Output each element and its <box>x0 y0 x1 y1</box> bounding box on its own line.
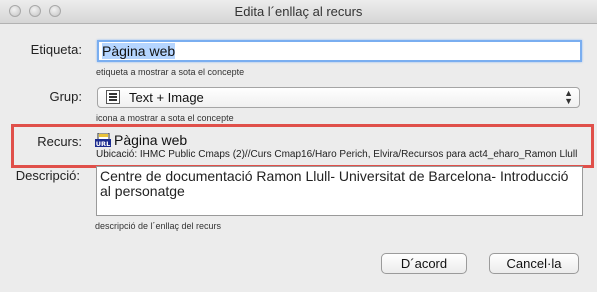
grup-hint: icona a mostrar a sota el concepte <box>96 113 234 123</box>
url-file-icon: URL <box>95 133 111 147</box>
grup-selected-value: Text + Image <box>129 90 204 105</box>
title-bar: Edita l´enllaç al recurs <box>0 0 597 24</box>
descripcio-label: Descripció: <box>15 168 80 183</box>
descripcio-hint: descripció de l´enllaç del recurs <box>95 221 222 231</box>
etiqueta-hint: etiqueta a mostrar a sota el concepte <box>96 67 245 77</box>
updown-arrows-icon: ▲ ▼ <box>564 88 573 106</box>
recurs-label: Recurs: <box>37 134 82 149</box>
descripcio-textarea[interactable]: Centre de documentació Ramon Llull- Univ… <box>96 166 583 216</box>
cancel-button[interactable]: Cancel·la <box>489 253 579 274</box>
grup-label: Grup: <box>49 89 82 104</box>
etiqueta-value: Pàgina web <box>102 43 176 59</box>
svg-text:URL: URL <box>96 140 110 147</box>
etiqueta-input[interactable]: Pàgina web <box>97 40 582 62</box>
window-title: Edita l´enllaç al recurs <box>234 4 363 19</box>
text-image-icon <box>106 90 120 104</box>
recurs-title[interactable]: Pàgina web <box>114 132 187 148</box>
ok-button[interactable]: D´acord <box>381 253 467 274</box>
recurs-location: Ubicació: IHMC Public Cmaps (2)//Curs Cm… <box>96 149 578 160</box>
grup-select[interactable]: Text + Image ▲ ▼ <box>97 87 580 108</box>
etiqueta-label: Etiqueta: <box>30 42 82 57</box>
